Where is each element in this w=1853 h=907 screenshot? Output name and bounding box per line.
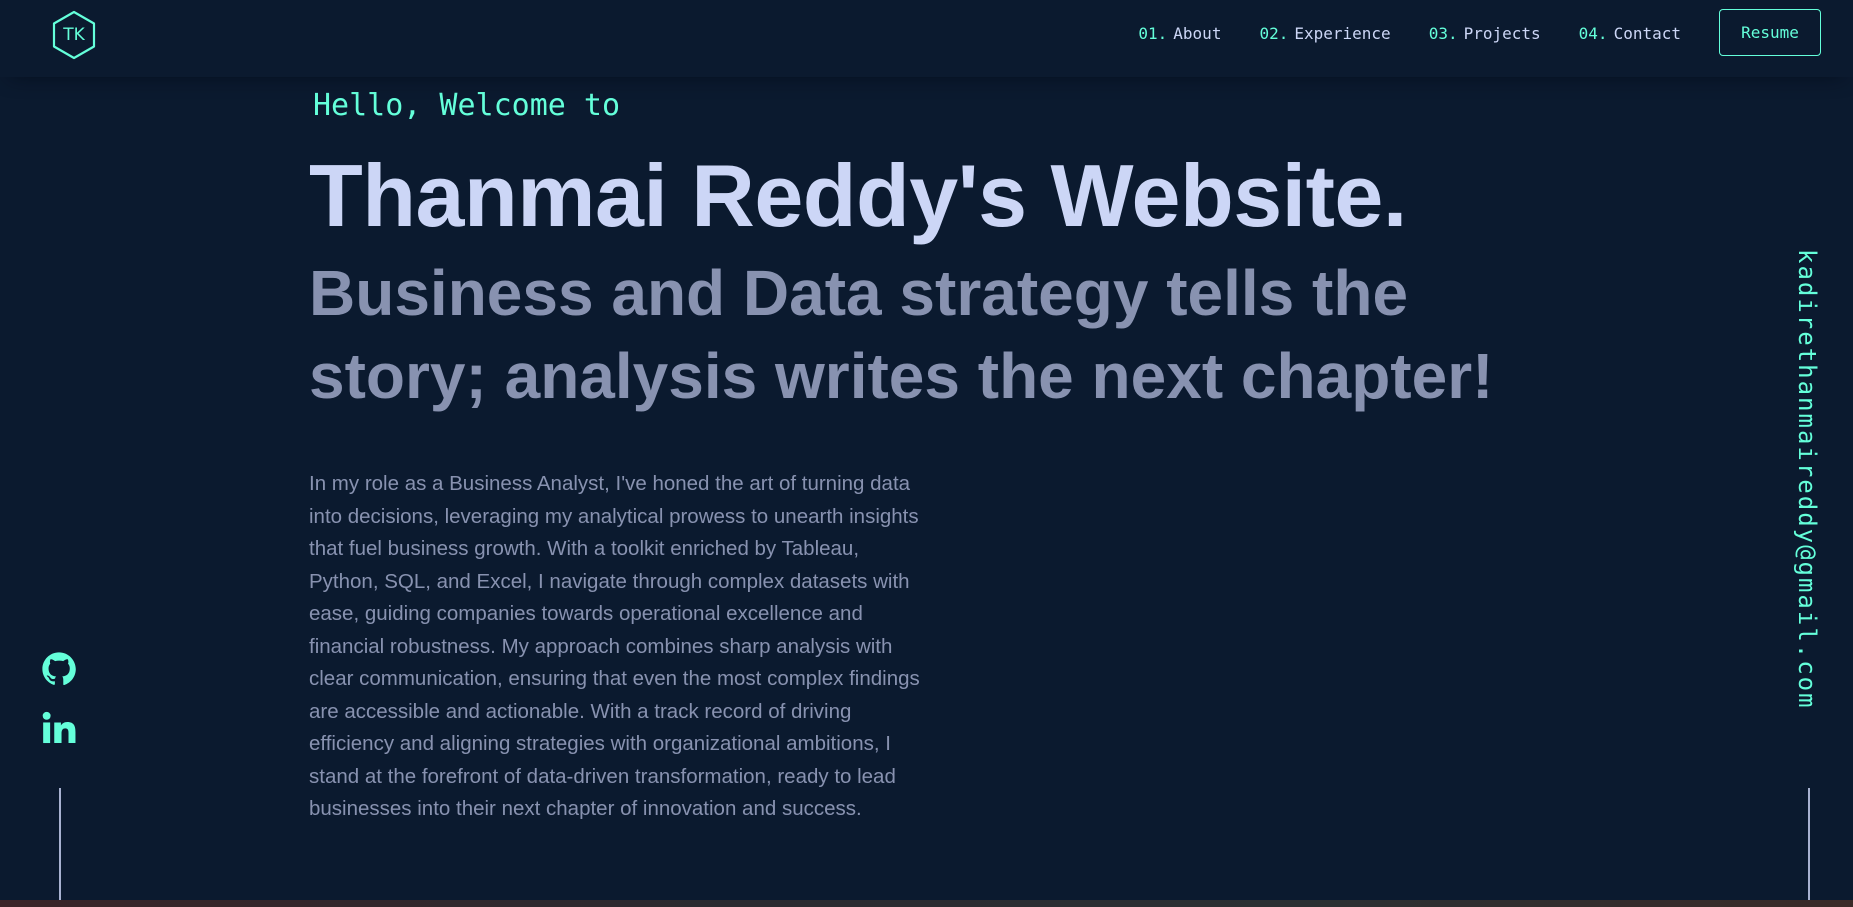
nav-item-label: Experience xyxy=(1294,24,1391,43)
nav-item-number: 03. xyxy=(1428,24,1458,43)
left-divider-line xyxy=(59,788,61,907)
navbar: TK 01. About 02. Experience 03. Projects 04… xyxy=(0,0,1853,77)
nav-item-about[interactable]: 01. About xyxy=(1138,24,1221,43)
greeting: Hello, Welcome to xyxy=(313,88,621,123)
logo-initials: TK xyxy=(63,25,85,45)
github-icon[interactable] xyxy=(40,650,78,688)
nav-item-projects[interactable]: 03. Projects xyxy=(1429,24,1541,43)
bio-paragraph: In my role as a Business Analyst, I've h… xyxy=(309,472,920,820)
tagline: Business and Data strategy tells the sto… xyxy=(309,257,1494,412)
linkedin-icon[interactable] xyxy=(40,709,78,747)
bottom-edge xyxy=(0,900,1853,907)
nav-links: 01. About 02. Experience 03. Projects 04. Co… xyxy=(1138,0,1681,67)
email-link[interactable]: kadirethanmaireddy@gmail.com xyxy=(1793,249,1821,710)
nav-item-contact[interactable]: 04. Contact xyxy=(1579,24,1681,43)
social-links xyxy=(40,650,78,768)
page-title: Thanmai Reddy's Website. xyxy=(309,146,1407,245)
nav-item-experience[interactable]: 02. Experience xyxy=(1259,24,1390,43)
nav-item-label: About xyxy=(1173,24,1222,43)
nav-item-number: 04. xyxy=(1578,24,1608,43)
nav-item-number: 01. xyxy=(1138,24,1168,43)
right-divider-line xyxy=(1808,788,1810,907)
logo[interactable]: TK xyxy=(48,9,100,61)
nav-item-number: 02. xyxy=(1259,24,1289,43)
nav-item-label: Projects xyxy=(1463,24,1541,43)
resume-button[interactable]: Resume xyxy=(1719,9,1821,56)
nav-item-label: Contact xyxy=(1613,24,1681,43)
